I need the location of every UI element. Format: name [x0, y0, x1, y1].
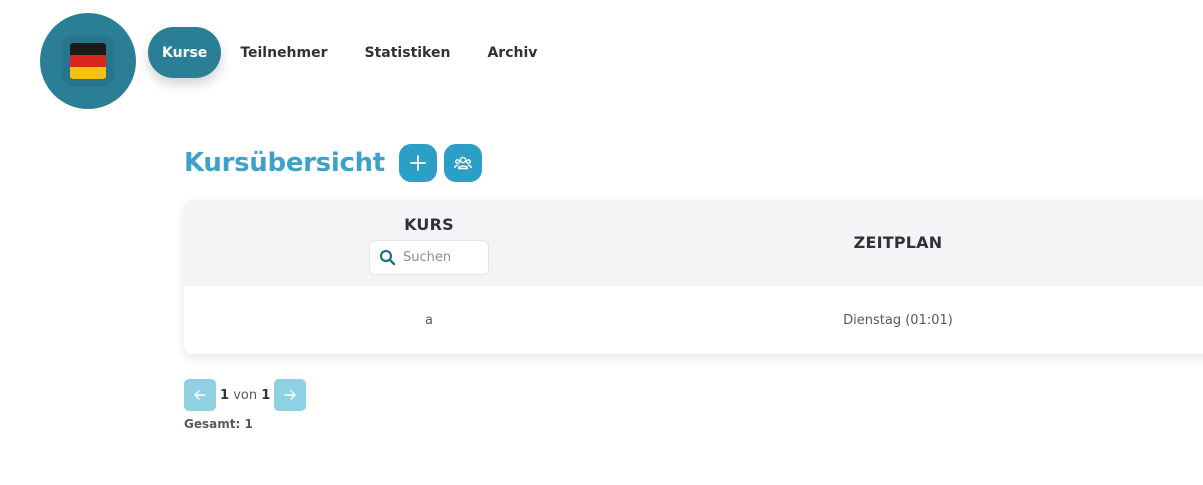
app-page: Kurse Teilnehmer Statistiken Archiv Kurs…: [0, 0, 1203, 485]
courses-table: KURS ZEITPLAN a Dienstag (01:01): [184, 200, 1203, 354]
logo-badge: [62, 35, 114, 87]
pagination: 1 von 1: [184, 379, 307, 411]
arrow-left-icon: [194, 390, 206, 400]
title-row: Kursübersicht: [184, 144, 489, 182]
column-zeitplan-label: ZEITPLAN: [853, 233, 943, 252]
total-count: Gesamt: 1: [184, 417, 253, 431]
german-flag-icon: [70, 43, 106, 79]
search-box[interactable]: [369, 240, 489, 275]
search-icon: [379, 249, 396, 266]
nav-item-archiv[interactable]: Archiv: [469, 27, 555, 78]
cell-zeitplan: Dienstag (01:01): [843, 313, 953, 328]
nav-item-statistiken[interactable]: Statistiken: [347, 27, 469, 78]
page-title: Kursübersicht: [184, 148, 385, 178]
users-group-icon: [454, 156, 472, 170]
total-pages: 1: [261, 387, 271, 403]
logo[interactable]: [40, 13, 136, 109]
current-page: 1: [220, 387, 230, 403]
cell-kurs: a: [425, 313, 433, 328]
prev-page-button[interactable]: [184, 379, 216, 411]
next-page-button[interactable]: [274, 379, 307, 411]
column-kurs: KURS: [184, 215, 674, 275]
arrow-right-icon: [284, 390, 296, 400]
table-header: KURS ZEITPLAN: [184, 200, 1203, 286]
page-of-label: von: [233, 387, 258, 403]
column-kurs-label: KURS: [404, 215, 454, 234]
nav-item-kurse[interactable]: Kurse: [148, 27, 222, 78]
nav-item-teilnehmer[interactable]: Teilnehmer: [222, 27, 345, 78]
search-input[interactable]: [403, 250, 475, 265]
participants-button[interactable]: [443, 144, 482, 182]
add-course-button[interactable]: [398, 144, 437, 182]
main-nav: Kurse Teilnehmer Statistiken Archiv: [148, 27, 556, 78]
plus-icon: [410, 155, 426, 171]
page-indicator: 1 von 1: [220, 388, 270, 403]
table-row[interactable]: a Dienstag (01:01): [184, 286, 1203, 354]
